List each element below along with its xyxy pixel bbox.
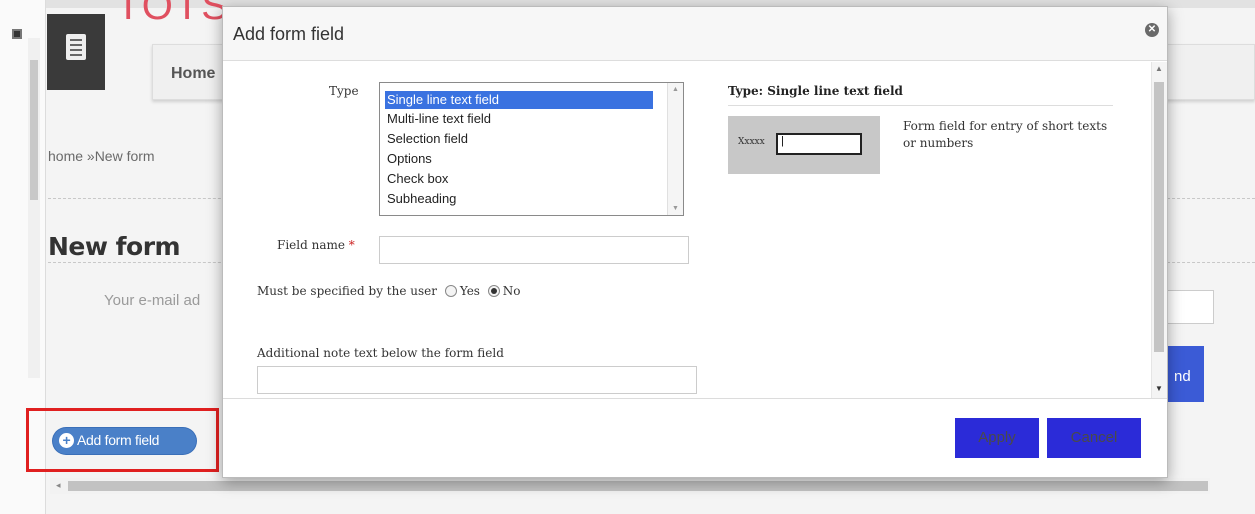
apply-button[interactable]: Apply [955,418,1039,458]
must-be-specified-label: Must be specified by the user [257,284,437,298]
dialog-footer: Apply Cancel [223,398,1167,477]
horizontal-scrollbar-thumb[interactable] [68,481,1208,491]
preview-example-input: | [776,133,862,155]
type-listbox[interactable]: Single line text field Multi-line text f… [379,82,684,216]
document-icon [66,34,86,60]
site-logo-text: TOTS [116,0,230,28]
yes-label: Yes [459,284,480,298]
divider [728,105,1113,106]
add-form-field-dialog: Add form field ✕ Type Single line text f… [222,6,1168,478]
type-option[interactable]: Check box [385,170,653,188]
type-label: Type [329,84,359,98]
close-icon[interactable]: ✕ [1145,23,1159,37]
no-radio[interactable] [487,285,500,297]
nav-home-link[interactable]: Home [171,65,215,83]
email-label: Your e-mail ad [104,292,201,309]
scroll-up-icon[interactable]: ▲ [672,86,679,93]
preview-example-label: Xxxxx [738,137,765,147]
type-option[interactable]: Single line text field [385,91,653,109]
must-be-specified-row: Must be specified by the user Yes No [257,284,521,298]
page-title: New form [48,232,181,261]
preview-description: Form field for entry of short texts or n… [903,119,1108,150]
type-option[interactable]: Subheading [385,190,653,208]
dialog-body: Type Single line text field Multi-line t… [223,62,1167,398]
required-mark: * [348,238,355,252]
field-name-input[interactable] [379,236,689,264]
type-option[interactable]: Selection field [385,130,653,148]
type-option[interactable]: Multi-line text field [385,110,653,128]
left-scrollbar-thumb[interactable] [30,60,38,200]
highlight-annotation [26,408,219,472]
no-label: No [502,284,521,298]
expand-icon[interactable] [12,29,22,39]
note-input[interactable] [257,366,697,394]
logo-icon [47,14,105,90]
dialog-scrollbar-thumb[interactable] [1154,82,1164,352]
yes-radio[interactable] [444,285,457,297]
type-list-scrollbar[interactable]: ▲ ▼ [667,83,683,215]
field-name-label: Field name * [277,238,355,252]
cancel-button[interactable]: Cancel [1047,418,1141,458]
preview-image: Xxxxx | [728,116,880,174]
preview-title: Type: Single line text field [728,84,903,98]
scroll-down-icon[interactable]: ▼ [1155,384,1163,393]
scroll-left-icon[interactable]: ◂ [56,480,61,491]
scroll-up-icon[interactable]: ▲ [1155,64,1163,73]
scroll-down-icon[interactable]: ▼ [672,205,679,212]
breadcrumb[interactable]: home »New form [48,148,155,164]
type-option[interactable]: Options [385,150,653,168]
dialog-title: Add form field [233,24,345,44]
note-label: Additional note text below the form fiel… [257,346,504,360]
field-name-label-text: Field name [277,238,345,252]
dialog-header: Add form field ✕ [223,7,1167,61]
